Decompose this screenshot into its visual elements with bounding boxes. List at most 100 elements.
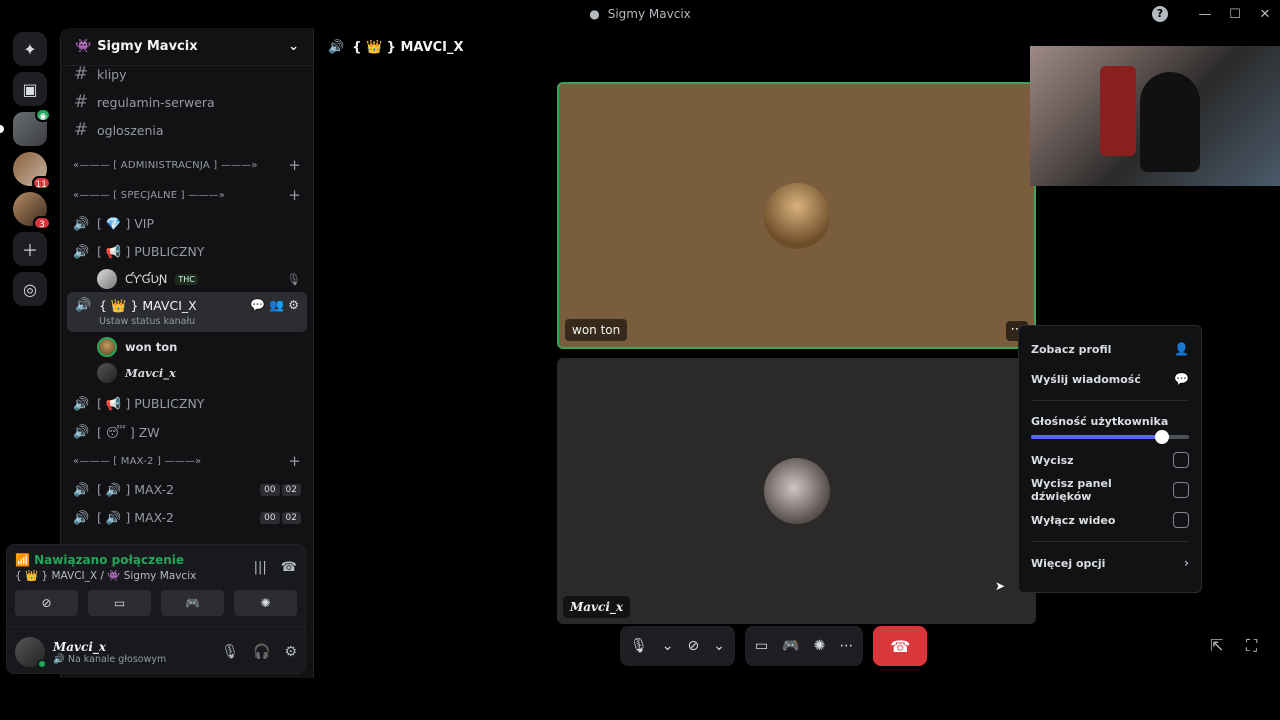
category-label: «——— [ ADMINISTRACNJA ] ———» bbox=[73, 159, 258, 171]
counter-current: 00 bbox=[260, 484, 280, 496]
activity-button[interactable]: 🎮 bbox=[161, 590, 224, 616]
voice-channel-max2-a[interactable]: 🔊 [ 🔊 ] MAX-2 00 02 bbox=[61, 476, 313, 504]
channel-status[interactable]: Ustaw status kanału bbox=[99, 316, 197, 327]
gear-icon[interactable]: ⚙ bbox=[284, 644, 297, 660]
chevron-right-icon: › bbox=[1184, 556, 1189, 570]
connection-location[interactable]: { 👑 } MAVCI_X / 👾 Sigmy Mavcix bbox=[15, 569, 196, 582]
user-volume-label: Głośność użytkownika bbox=[1031, 414, 1169, 428]
video-tile-mavci[interactable]: Mavci_x bbox=[557, 358, 1036, 624]
speaker-icon: 🔊 bbox=[328, 39, 345, 55]
channel-regulamin[interactable]: # regulamin-serwera bbox=[61, 88, 313, 116]
user-area: Mavci_x 🔊 Na kanale głosowym 🎙 🎧 ⚙ bbox=[7, 626, 305, 669]
menu-mute[interactable]: Wycisz bbox=[1019, 445, 1201, 475]
minimize-icon[interactable]: — bbox=[1190, 7, 1220, 22]
user-name: Mavci_x bbox=[125, 366, 176, 380]
invite-icon[interactable]: 👥 bbox=[269, 298, 284, 312]
user-volume-control: Głośność użytkownika bbox=[1019, 407, 1201, 445]
menu-disable-video[interactable]: Wyłącz wideo bbox=[1019, 505, 1201, 535]
hash-icon: # bbox=[73, 64, 89, 84]
pop-out-icon[interactable]: ⇱ bbox=[1210, 636, 1223, 655]
voice-user-won-ton[interactable]: won ton bbox=[61, 334, 313, 360]
mute-checkbox[interactable] bbox=[1173, 452, 1189, 468]
disconnect-button[interactable]: ☎ bbox=[873, 626, 928, 666]
voice-user-cygun[interactable]: ƇƳƓƲƝ THC 🎙 bbox=[61, 266, 313, 292]
chevron-down-icon[interactable]: ⌄ bbox=[662, 638, 674, 654]
server-sigmy-mavcix[interactable]: ◉ bbox=[0, 108, 51, 146]
disable-video-checkbox[interactable] bbox=[1173, 512, 1189, 528]
voice-channel-mavci[interactable]: 🔊 { 👑 } MAVCI_X Ustaw status kanału 💬 👥 … bbox=[67, 292, 307, 332]
screen-share-icon[interactable]: ▭ bbox=[755, 638, 768, 654]
soundboard-icon[interactable]: ✺ bbox=[814, 638, 826, 654]
online-status-icon bbox=[37, 659, 47, 669]
category-admin[interactable]: «——— [ ADMINISTRACNJA ] ———» + bbox=[61, 150, 313, 180]
server-tag: THC bbox=[175, 273, 198, 285]
menu-more-options[interactable]: Więcej opcji › bbox=[1019, 548, 1201, 578]
close-icon[interactable]: ✕ bbox=[1250, 7, 1280, 22]
screen-share-button[interactable]: ▭ bbox=[88, 590, 151, 616]
microphone-icon[interactable]: 🎙 bbox=[630, 638, 648, 654]
slider-fill bbox=[1031, 435, 1163, 439]
server-avatar-icon: ● bbox=[589, 7, 600, 21]
camera-off-button[interactable]: ⊘ bbox=[15, 590, 78, 616]
add-channel-icon[interactable]: + bbox=[288, 156, 301, 174]
user-volume-slider[interactable] bbox=[1031, 430, 1189, 444]
avatar bbox=[97, 363, 117, 383]
maximize-icon[interactable]: ☐ bbox=[1220, 7, 1250, 22]
speaker-icon: 🔊 bbox=[73, 482, 90, 498]
more-icon[interactable]: ⋯ bbox=[839, 638, 853, 654]
disconnect-icon[interactable]: ☎ bbox=[281, 560, 297, 575]
inbox-icon[interactable]: ▣ bbox=[13, 72, 47, 106]
speaker-icon: 🔊 bbox=[73, 244, 90, 260]
chat-bubble-icon[interactable]: 💬 bbox=[250, 298, 265, 312]
server-3[interactable]: 3 bbox=[13, 192, 51, 230]
user-limit-counter: 00 02 bbox=[260, 484, 301, 496]
window-title: Sigmy Mavcix bbox=[607, 7, 691, 21]
voice-connection-panel: 📶 Nawiązano połączenie { 👑 } MAVCI_X / 👾… bbox=[6, 544, 306, 674]
channel-ogloszenia[interactable]: # ogloszenia bbox=[61, 116, 313, 144]
avatar[interactable] bbox=[15, 637, 47, 669]
slider-handle[interactable] bbox=[1155, 430, 1170, 444]
speaker-icon: 🔊 bbox=[75, 298, 92, 313]
discord-home-icon[interactable]: ✦ bbox=[13, 32, 47, 66]
avatar bbox=[97, 269, 117, 289]
soundboard-button[interactable]: ✺ bbox=[234, 590, 297, 616]
category-special[interactable]: «——— [ SPECJALNE ] ———» + bbox=[61, 180, 313, 210]
menu-mute-soundboard[interactable]: Wycisz panel dźwięków bbox=[1019, 475, 1201, 505]
voice-channel-publiczny-2[interactable]: 🔊 [ 📢 ] PUBLICZNY bbox=[61, 390, 313, 418]
category-max2[interactable]: «——— [ MAX-2 ] ———» + bbox=[61, 446, 313, 476]
fullscreen-icon[interactable]: ⛶ bbox=[1246, 636, 1257, 656]
channel-klipy[interactable]: # klipy bbox=[61, 60, 313, 88]
video-tile-won-ton[interactable]: won ton ⋯ bbox=[557, 82, 1036, 349]
voice-channel-publiczny[interactable]: 🔊 [ 📢 ] PUBLICZNY bbox=[61, 238, 313, 266]
noise-suppression-icon[interactable]: ||| bbox=[254, 560, 267, 575]
chevron-down-icon[interactable]: ⌄ bbox=[713, 638, 725, 654]
avatar bbox=[97, 337, 117, 357]
voice-channel-max2-b[interactable]: 🔊 [ 🔊 ] MAX-2 00 02 bbox=[61, 504, 313, 532]
help-icon[interactable]: ? bbox=[1152, 6, 1168, 22]
tile-label: Mavci_x bbox=[563, 596, 631, 618]
add-server-icon[interactable]: ＋ bbox=[13, 232, 47, 266]
voice-user-mavci[interactable]: Mavci_x bbox=[61, 360, 313, 386]
add-channel-icon[interactable]: + bbox=[288, 186, 301, 204]
channel-label: [ 😴 ] ZW bbox=[97, 424, 160, 440]
explore-icon[interactable]: ◎ bbox=[13, 272, 47, 306]
title-bar: ● Sigmy Mavcix ? — ☐ ✕ bbox=[0, 0, 1280, 28]
server-2[interactable]: 11 bbox=[13, 152, 51, 190]
menu-send-message[interactable]: Wyślij wiadomość 💬 bbox=[1019, 364, 1201, 394]
camera-off-icon[interactable]: ⊘ bbox=[688, 638, 700, 654]
gear-icon[interactable]: ⚙ bbox=[288, 298, 299, 312]
microphone-icon[interactable]: 🎙 bbox=[221, 644, 239, 660]
channel-label: [ 🔊 ] MAX-2 bbox=[97, 482, 174, 497]
mute-soundboard-checkbox[interactable] bbox=[1173, 482, 1189, 498]
add-channel-icon[interactable]: + bbox=[288, 452, 301, 470]
counter-max: 02 bbox=[281, 484, 301, 496]
voice-channel-vip[interactable]: 🔊 [ 💎 ] VIP bbox=[61, 210, 313, 238]
selected-pill bbox=[0, 125, 4, 133]
voice-channel-zw[interactable]: 🔊 [ 😴 ] ZW bbox=[61, 418, 313, 446]
channel-label: [ 🔊 ] MAX-2 bbox=[97, 510, 174, 525]
headphones-icon[interactable]: 🎧 bbox=[253, 644, 270, 660]
connection-status[interactable]: 📶 Nawiązano połączenie bbox=[15, 553, 196, 567]
chevron-down-icon[interactable]: ⌄ bbox=[288, 39, 299, 54]
menu-view-profile[interactable]: Zobacz profil 👤 bbox=[1019, 334, 1201, 364]
gamepad-icon[interactable]: 🎮 bbox=[782, 638, 799, 654]
